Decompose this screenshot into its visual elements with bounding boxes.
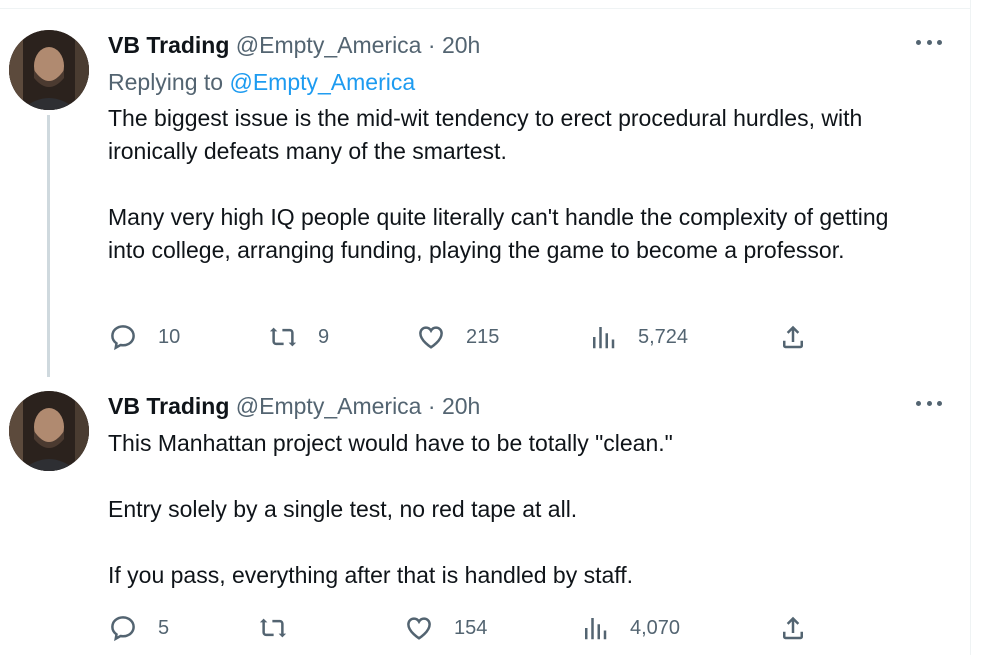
more-dots-icon[interactable]	[916, 36, 942, 48]
like-count: 154	[454, 616, 488, 639]
like-button[interactable]: 154	[404, 611, 487, 645]
bar-chart-icon	[585, 618, 607, 640]
right-border	[970, 0, 971, 655]
author-name[interactable]: VB Trading	[108, 393, 229, 419]
author-handle[interactable]: @Empty_America	[236, 32, 422, 58]
tweet[interactable]: VB Trading @Empty_America · 20h Replying…	[0, 20, 970, 377]
heart-icon	[419, 326, 443, 349]
like-count: 215	[466, 325, 500, 348]
thread-connector	[47, 115, 50, 377]
separator-dot: ·	[427, 32, 436, 58]
replying-to-label: Replying to	[108, 69, 224, 95]
tweet-text: The biggest issue is the mid-wit tendenc…	[108, 102, 928, 267]
more-dots-icon[interactable]	[916, 397, 942, 409]
bar-chart-icon	[593, 327, 615, 349]
share-button[interactable]	[778, 320, 808, 354]
speech-bubble-icon	[111, 616, 135, 642]
replying-to: Replying to @Empty_America	[108, 67, 415, 97]
timestamp[interactable]: 20h	[442, 393, 480, 419]
tweet-paragraph: The biggest issue is the mid-wit tendenc…	[108, 105, 863, 164]
view-count: 4,070	[630, 616, 681, 639]
views-button[interactable]: 5,724	[588, 320, 688, 354]
tweet[interactable]: VB Trading @Empty_America · 20h This Man…	[0, 385, 970, 655]
tweet-paragraph: This Manhattan project would have to be …	[108, 430, 673, 456]
repost-arrows-icon	[269, 327, 297, 347]
avatar[interactable]	[9, 30, 89, 110]
reply-count: 5	[158, 616, 170, 639]
share-upload-icon	[783, 325, 803, 349]
author-handle[interactable]: @Empty_America	[236, 393, 422, 419]
tweet-paragraph: Entry solely by a single test, no red ta…	[108, 496, 578, 522]
views-button[interactable]: 4,070	[580, 611, 680, 645]
tweet-text: This Manhattan project would have to be …	[108, 427, 928, 592]
action-bar: 10 9 215 5,724	[108, 320, 828, 354]
tweet-paragraph: Many very high IQ people quite literally…	[108, 204, 889, 263]
repost-arrows-icon	[259, 618, 287, 638]
reply-count: 10	[158, 325, 181, 348]
action-bar: 5 154 4,070	[108, 611, 828, 645]
tweet-paragraph: If you pass, everything after that is ha…	[108, 562, 634, 588]
repost-button[interactable]	[258, 611, 288, 645]
separator-dot: ·	[427, 393, 436, 419]
author-name[interactable]: VB Trading	[108, 32, 229, 58]
reply-button[interactable]: 5	[108, 611, 169, 645]
mention-link[interactable]: @Empty_America	[229, 69, 415, 95]
heart-icon	[407, 617, 431, 640]
like-button[interactable]: 215	[416, 320, 499, 354]
repost-button[interactable]: 9	[268, 320, 329, 354]
view-count: 5,724	[638, 325, 689, 348]
tweet-header: VB Trading @Empty_America · 20h	[108, 391, 480, 421]
timestamp[interactable]: 20h	[442, 32, 480, 58]
share-button[interactable]	[778, 611, 808, 645]
avatar[interactable]	[9, 391, 89, 471]
speech-bubble-icon	[111, 325, 135, 351]
tweet-header: VB Trading @Empty_America · 20h	[108, 30, 480, 60]
reply-button[interactable]: 10	[108, 320, 180, 354]
share-upload-icon	[783, 616, 803, 640]
repost-count: 9	[318, 325, 330, 348]
top-divider	[0, 8, 970, 9]
